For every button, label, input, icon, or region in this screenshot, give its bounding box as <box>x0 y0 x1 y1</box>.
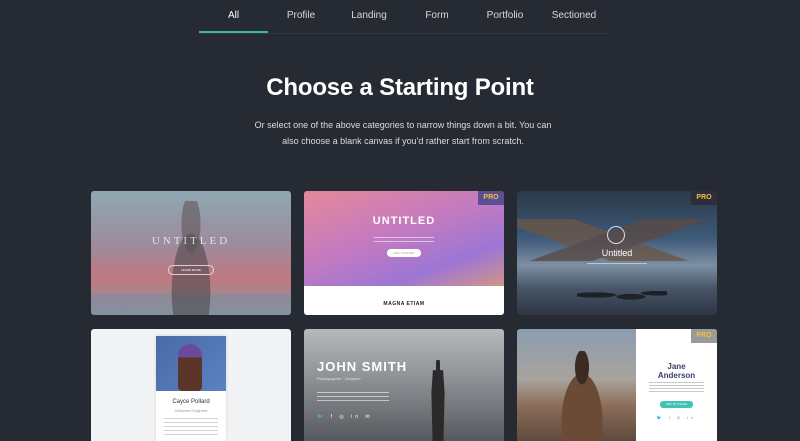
profile-card: Cayce Pollard Software Engineer <box>156 336 226 441</box>
profile-photo <box>156 336 226 391</box>
active-tab-indicator <box>199 31 268 33</box>
category-tabs: All Profile Landing Form Portfolio Secti… <box>199 0 608 34</box>
template-title: Untitled <box>601 248 633 258</box>
profile-role: Software Engineer <box>174 408 208 413</box>
pro-badge: PRO <box>478 191 504 205</box>
template-card-jane-anderson[interactable]: Jane Anderson GET IN TOUCH 🐦 f ◎ in PRO <box>517 329 717 441</box>
page-subtitle: Or select one of the above categories to… <box>254 120 552 146</box>
tab-form[interactable]: Form <box>404 0 470 33</box>
tab-all[interactable]: All <box>199 0 268 33</box>
template-person-silhouette <box>552 351 612 441</box>
template-title: Jane Anderson <box>636 362 717 380</box>
template-card-john-smith[interactable]: JOHN SMITH Photographer · Designer 🐦 f ◎… <box>304 329 504 441</box>
tab-landing[interactable]: Landing <box>334 0 404 33</box>
template-title: JOHN SMITH <box>317 359 408 374</box>
template-social-icons: 🐦 f ◎ in ✉ <box>317 414 373 420</box>
pro-badge: PRO <box>691 329 717 343</box>
template-divider <box>587 263 647 264</box>
template-person-silhouette <box>431 360 445 441</box>
template-card-untitled-lake[interactable]: Untitled PRO <box>517 191 717 315</box>
template-description-lines <box>374 237 434 242</box>
tab-portfolio[interactable]: Portfolio <box>470 0 540 33</box>
tab-all-label: All <box>227 10 240 21</box>
template-photo <box>517 329 636 441</box>
template-button: GET IN TOUCH <box>660 401 693 408</box>
tab-profile-label: Profile <box>286 10 316 21</box>
tab-form-label: Form <box>425 10 449 21</box>
profile-name: Cayce Pollard <box>172 399 210 405</box>
template-card-untitled-photo[interactable]: UNTITLED LEARN MORE <box>91 191 291 315</box>
template-logo-icon <box>607 226 625 244</box>
template-title: UNTITLED <box>151 235 231 247</box>
template-card-untitled-gradient[interactable]: UNTITLED GET STARTED MAGNA ETIAM PRO <box>304 191 504 315</box>
template-person-silhouette <box>161 201 221 315</box>
template-button: LEARN MORE <box>168 265 214 275</box>
template-card-profile-cayce[interactable]: Cayce Pollard Software Engineer <box>91 329 291 441</box>
profile-portrait <box>178 344 202 391</box>
template-button: GET STARTED <box>387 249 421 257</box>
tab-sectioned[interactable]: Sectioned <box>540 0 608 33</box>
pro-badge: PRO <box>691 191 717 205</box>
tab-landing-label: Landing <box>351 10 387 21</box>
template-title-line2: Anderson <box>657 371 696 380</box>
template-white-panel: Jane Anderson GET IN TOUCH 🐦 f ◎ in <box>636 329 717 441</box>
template-title-line1: Jane <box>667 362 686 371</box>
tab-sectioned-label: Sectioned <box>551 10 597 21</box>
template-text-lines <box>317 392 389 402</box>
template-text-lines <box>649 382 704 392</box>
template-title: UNTITLED <box>372 215 436 227</box>
tab-portfolio-label: Portfolio <box>486 10 524 21</box>
profile-bio-lines <box>164 418 218 436</box>
template-subtitle: Photographer · Designer <box>317 376 361 381</box>
page-title: Choose a Starting Point <box>266 74 534 101</box>
template-social-icons: 🐦 f ◎ in <box>656 415 697 420</box>
template-rocks <box>577 286 667 304</box>
tab-profile[interactable]: Profile <box>268 0 334 33</box>
template-footer-heading: MAGNA ETIAM <box>383 301 425 307</box>
